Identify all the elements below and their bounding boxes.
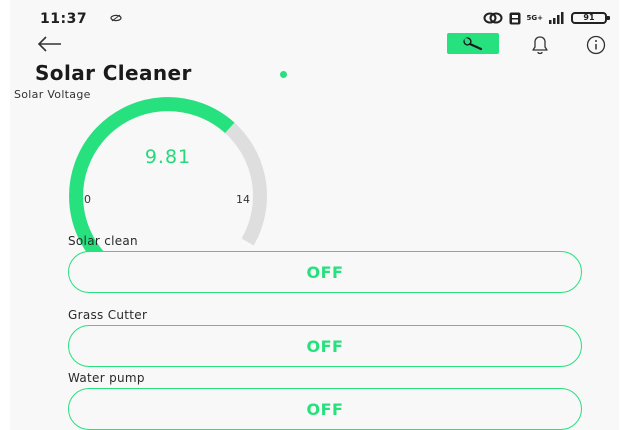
battery-icon: 91: [571, 12, 610, 24]
status-time: 11:37: [40, 11, 88, 27]
app-screen: 11:37 5G+ 91 Solar Cleaner Solar Voltage…: [10, 0, 619, 430]
gauge-value: 9.81: [144, 146, 192, 168]
switch-label-solar-clean: Solar clean: [68, 234, 138, 248]
wrench-icon: [463, 36, 483, 50]
signal-icon: [549, 12, 564, 24]
arrow-left-icon[interactable]: [36, 34, 64, 54]
network-type-label: 5G+: [526, 13, 543, 22]
water-pump-state: OFF: [306, 399, 344, 419]
device-title: Solar Cleaner: [35, 61, 192, 85]
solar-clean-toggle[interactable]: OFF: [68, 251, 582, 293]
link-status-icon: [110, 14, 122, 22]
battery-level: 91: [583, 13, 595, 22]
grass-cutter-toggle[interactable]: OFF: [68, 325, 582, 367]
status-right-group: 5G+ 91: [483, 9, 610, 27]
sim-icon: [509, 12, 521, 24]
grass-cutter-state: OFF: [306, 336, 344, 356]
hotspot-icon: [483, 12, 503, 24]
solar-clean-state: OFF: [306, 262, 344, 282]
bell-icon[interactable]: [527, 34, 553, 56]
water-pump-toggle[interactable]: OFF: [68, 388, 582, 430]
settings-tools-button[interactable]: [447, 33, 499, 54]
online-status-dot: [280, 71, 287, 78]
switch-label-grass-cutter: Grass Cutter: [68, 308, 148, 322]
status-bar: 11:37 5G+ 91: [10, 0, 619, 36]
gauge-min-label: 0: [84, 193, 91, 206]
switch-label-water-pump: Water pump: [68, 371, 145, 385]
info-icon[interactable]: [585, 34, 607, 56]
gauge-max-label: 14: [236, 193, 250, 206]
